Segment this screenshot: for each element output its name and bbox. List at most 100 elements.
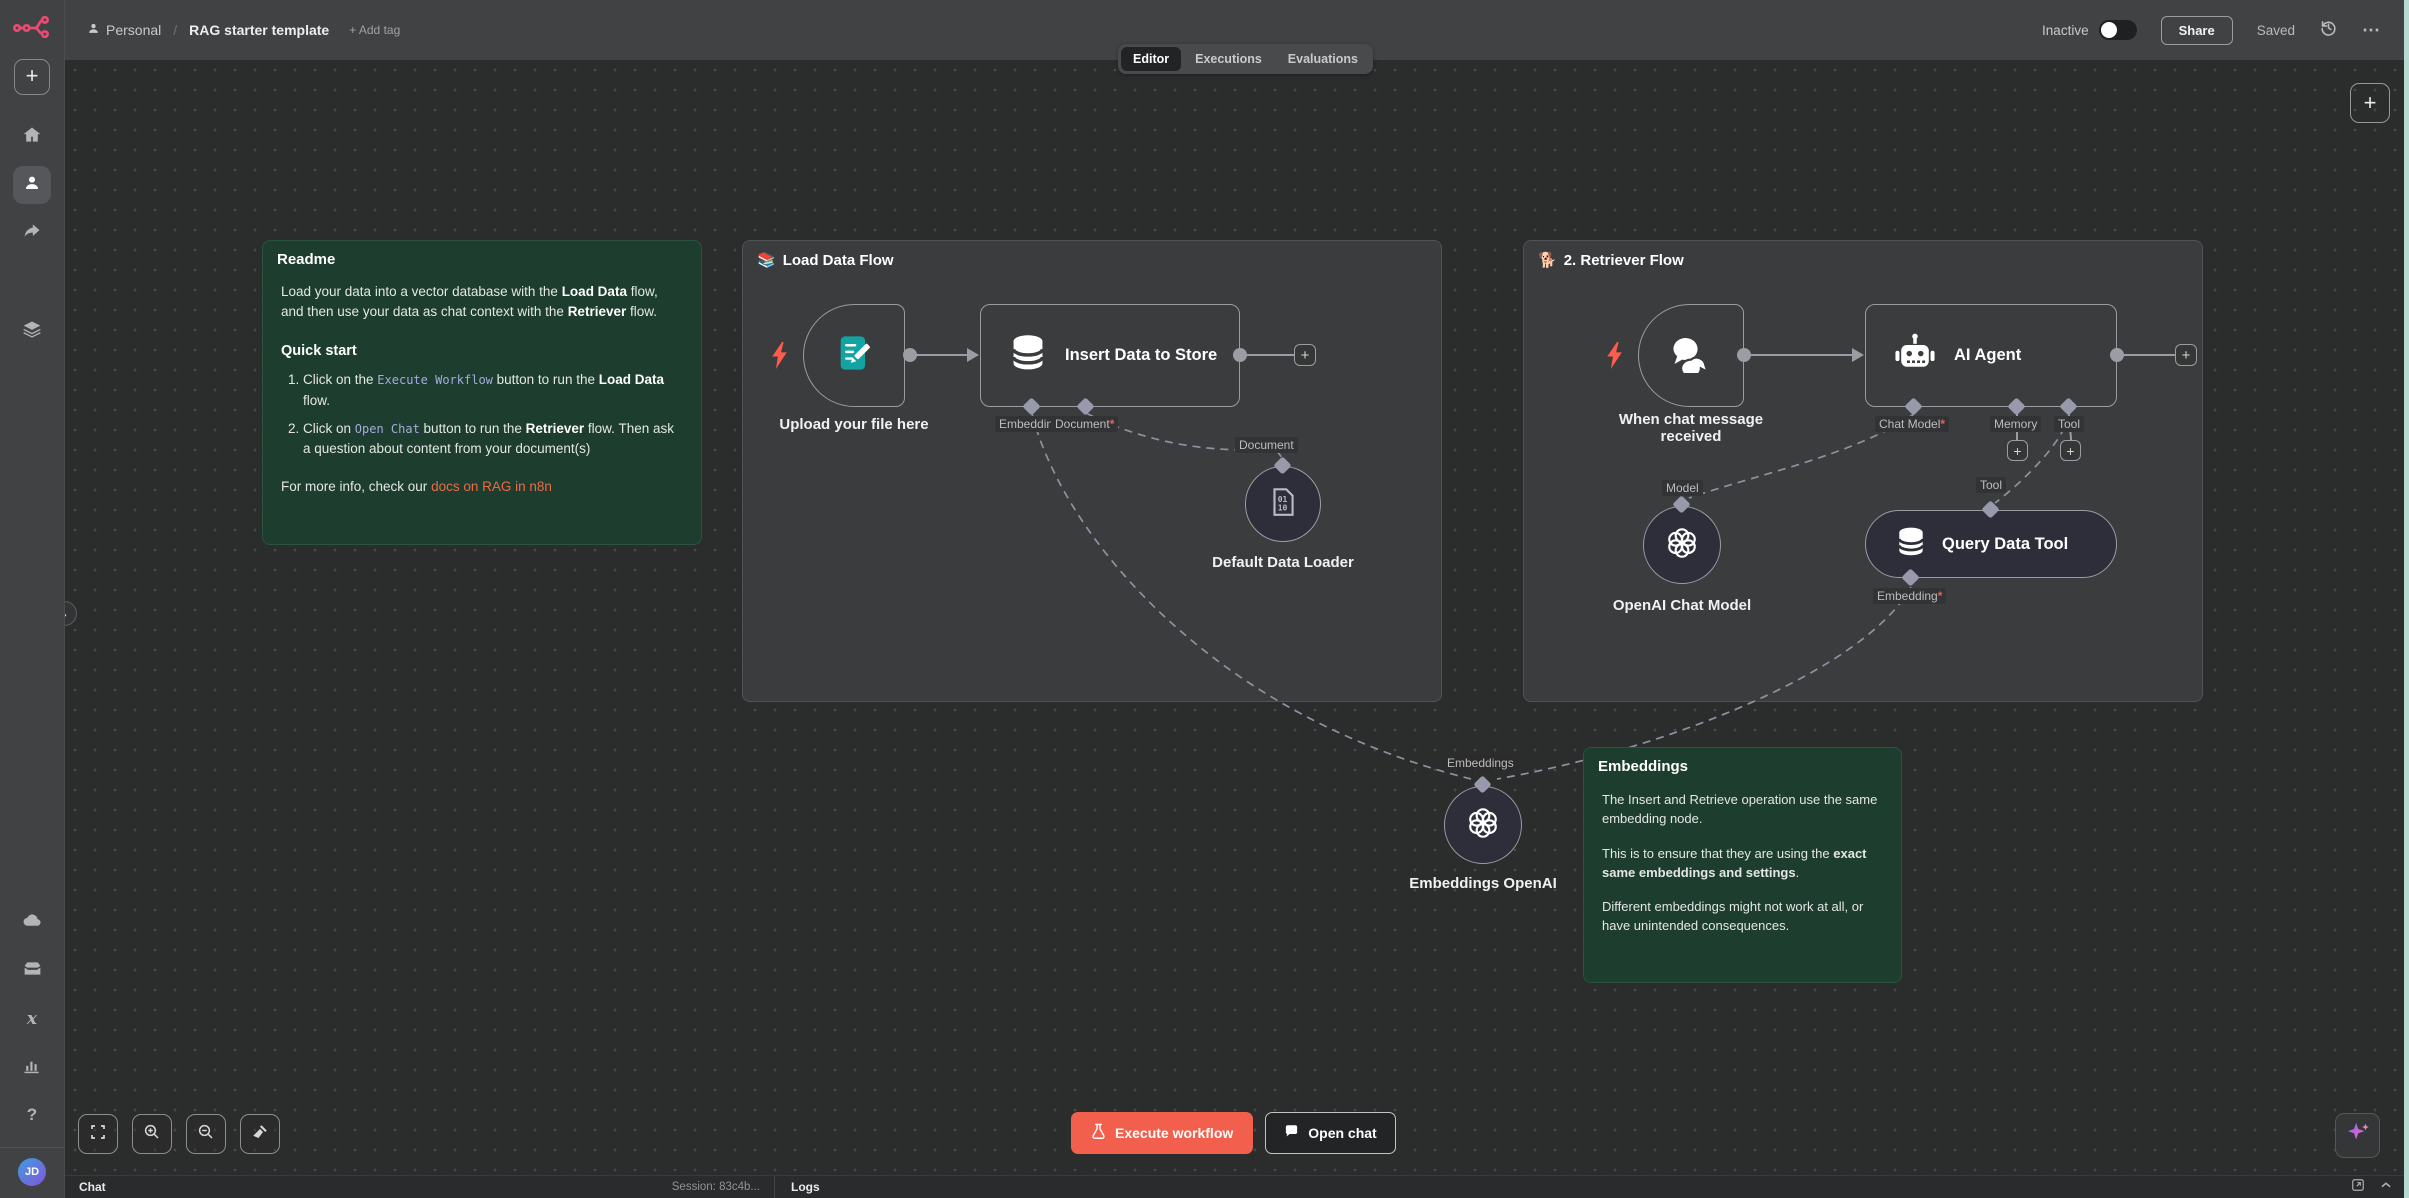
- add-memory-button[interactable]: +: [2007, 440, 2028, 461]
- embeddings-note-body: The Insert and Retrieve operation use th…: [1584, 785, 1901, 966]
- templates-box-icon: [22, 958, 43, 984]
- robot-icon: [1892, 331, 1938, 380]
- database-icon: [1007, 332, 1049, 379]
- share-arrow-icon: [22, 221, 42, 246]
- active-toggle[interactable]: [2099, 20, 2137, 40]
- database-icon: [1894, 525, 1928, 564]
- breadcrumb: Personal / RAG starter template + Add ta…: [87, 22, 400, 38]
- chevron-up-icon[interactable]: [2379, 1178, 2393, 1197]
- node-ai-agent[interactable]: AI Agent: [1865, 304, 2117, 407]
- tool-edge-label: Tool: [1976, 477, 2006, 493]
- zoom-to-fit-button[interactable]: [78, 1114, 118, 1154]
- saved-status: Saved: [2257, 23, 2295, 38]
- node-openai-chat-model[interactable]: [1643, 506, 1721, 584]
- broom-icon: [251, 1123, 269, 1146]
- bar-chart-icon: [22, 1055, 42, 1080]
- tab-executions[interactable]: Executions: [1183, 47, 1274, 71]
- workflow-title[interactable]: RAG starter template: [189, 22, 329, 38]
- embeddings-sticky-note[interactable]: Embeddings The Insert and Retrieve opera…: [1583, 747, 1902, 983]
- output-port[interactable]: [903, 348, 917, 362]
- tab-evaluations[interactable]: Evaluations: [1276, 47, 1370, 71]
- layers-icon: [22, 319, 42, 344]
- sidebar-item-personal[interactable]: [13, 166, 51, 204]
- chat-session-id: Session: 83c4b...: [672, 1181, 760, 1193]
- node-insert-data-to-store[interactable]: Insert Data to Store: [980, 304, 1240, 407]
- binary-file-icon: 01 10: [1266, 485, 1300, 524]
- add-tool-button[interactable]: +: [2060, 440, 2081, 461]
- node-query-data-tool[interactable]: Query Data Tool: [1865, 510, 2117, 578]
- chat-panel-header[interactable]: Chat: [79, 1180, 106, 1194]
- output-port[interactable]: [2110, 348, 2124, 362]
- memory-connector-label: Memory: [1990, 416, 2041, 432]
- svg-text:10: 10: [1278, 503, 1288, 512]
- user-avatar[interactable]: JD: [18, 1158, 46, 1186]
- more-options-button[interactable]: ⋯: [2362, 20, 2381, 41]
- node-label: Default Data Loader: [1183, 554, 1383, 571]
- node-chat-trigger[interactable]: [1638, 304, 1744, 407]
- workflow-canvas[interactable]: Readme Load your data into a vector data…: [65, 60, 2409, 1175]
- document-connector-label: Document*: [1051, 416, 1118, 432]
- chat-bubble-icon: [1284, 1124, 1299, 1142]
- n8n-logo[interactable]: [13, 14, 51, 43]
- share-button[interactable]: Share: [2161, 16, 2233, 45]
- breadcrumb-separator: /: [173, 22, 177, 38]
- embeddings-note-title: Embeddings: [1598, 758, 1688, 775]
- breadcrumb-project[interactable]: Personal: [87, 22, 161, 38]
- bottom-panel-bar: Chat Session: 83c4b... Logs: [65, 1175, 2409, 1198]
- ai-assistant-button[interactable]: [2335, 1113, 2380, 1158]
- form-trigger-icon: [834, 333, 874, 378]
- node-title: Query Data Tool: [1942, 535, 2068, 554]
- view-tabs: Editor Executions Evaluations: [1118, 44, 1373, 74]
- embedding-connector-label: Embedding*: [1873, 588, 1946, 604]
- node-upload-trigger[interactable]: [803, 304, 905, 407]
- output-port[interactable]: [1233, 348, 1247, 362]
- fit-view-icon: [89, 1123, 107, 1146]
- tidy-up-button[interactable]: [240, 1114, 280, 1154]
- sidebar-item-variables[interactable]: x: [13, 1000, 51, 1038]
- lightning-bolt-icon: [769, 342, 790, 374]
- add-node-button[interactable]: +: [2175, 344, 2197, 366]
- popout-icon[interactable]: [2351, 1178, 2365, 1197]
- zoom-out-icon: [197, 1123, 215, 1146]
- sidebar-item-insights[interactable]: [13, 1048, 51, 1086]
- zoom-in-button[interactable]: [132, 1114, 172, 1154]
- right-edge-strip: [2404, 0, 2409, 1198]
- person-icon: [23, 174, 41, 197]
- sidebar-item-shared[interactable]: [13, 214, 51, 252]
- output-port[interactable]: [1737, 348, 1751, 362]
- chat-bubbles-icon: [1669, 333, 1713, 378]
- node-title: AI Agent: [1954, 346, 2021, 365]
- home-icon: [22, 125, 42, 150]
- add-node-button[interactable]: +: [1294, 344, 1316, 366]
- openai-logo-icon: [1663, 524, 1701, 567]
- node-title: Insert Data to Store: [1065, 346, 1217, 365]
- add-tag-button[interactable]: + Add tag: [349, 23, 400, 37]
- logs-panel-header[interactable]: Logs: [775, 1176, 836, 1198]
- history-button[interactable]: [2319, 18, 2338, 42]
- sidebar-item-help[interactable]: ?: [13, 1096, 51, 1134]
- create-workflow-button[interactable]: +: [14, 59, 50, 95]
- workflow-status-label: Inactive: [2042, 23, 2089, 38]
- document-edge-label: Document: [1235, 437, 1298, 453]
- node-embeddings-openai[interactable]: [1444, 786, 1522, 864]
- node-label: When chat message received: [1601, 411, 1781, 445]
- zoom-out-button[interactable]: [186, 1114, 226, 1154]
- tab-editor[interactable]: Editor: [1121, 47, 1181, 71]
- sidebar-item-layers[interactable]: [13, 312, 51, 350]
- sidebar-item-cloud[interactable]: [13, 904, 51, 942]
- model-edge-label: Model: [1662, 480, 1703, 496]
- sidebar-item-templates[interactable]: [13, 952, 51, 990]
- node-default-data-loader[interactable]: 01 10: [1245, 466, 1321, 542]
- zoom-in-icon: [143, 1123, 161, 1146]
- node-label: OpenAI Chat Model: [1582, 597, 1782, 614]
- add-node-canvas-button[interactable]: +: [2350, 83, 2390, 123]
- sidebar-item-home[interactable]: [13, 118, 51, 156]
- toggle-knob: [2101, 22, 2117, 38]
- tool-connector-label: Tool: [2054, 416, 2084, 432]
- history-icon: [2319, 18, 2338, 42]
- node-label: Upload your file here: [754, 416, 954, 433]
- sparkle-icon: [2345, 1120, 2371, 1151]
- execute-workflow-button[interactable]: Execute workflow: [1071, 1112, 1253, 1154]
- openai-logo-icon: [1464, 804, 1502, 847]
- open-chat-button[interactable]: Open chat: [1265, 1112, 1395, 1154]
